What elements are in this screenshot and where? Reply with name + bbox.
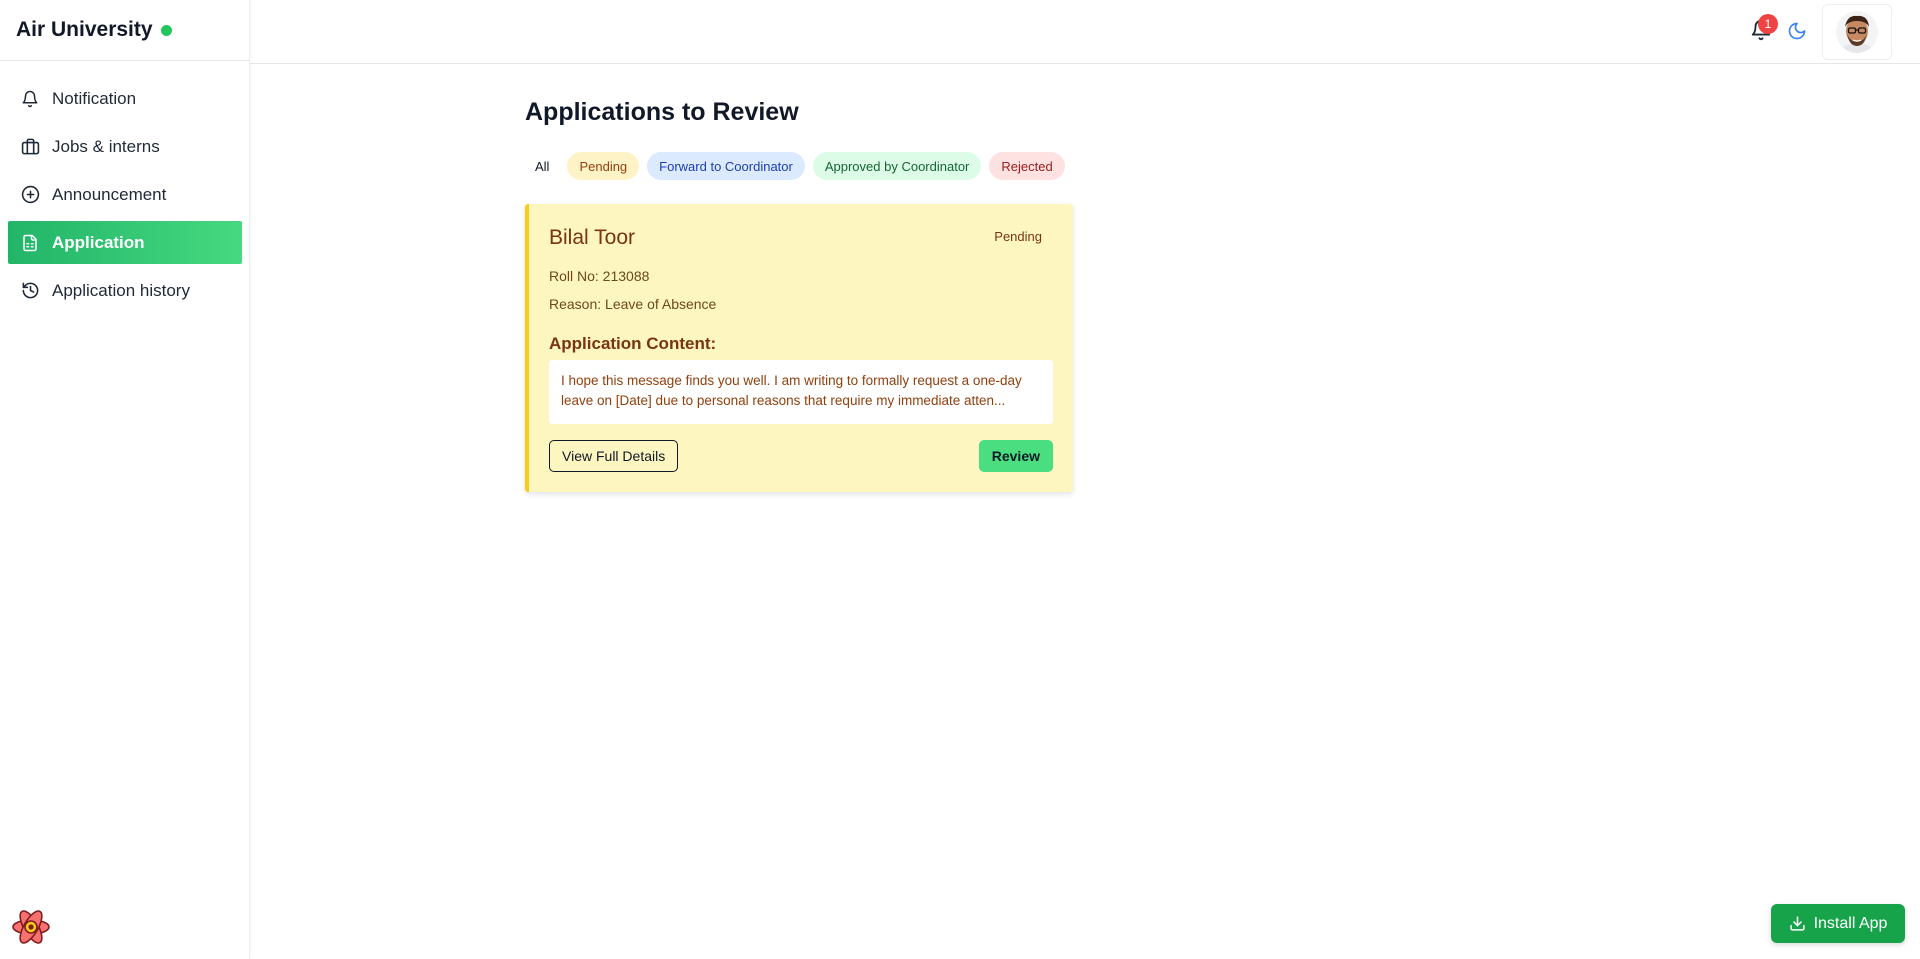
sidebar-item-label: Jobs & interns (52, 136, 160, 156)
sidebar-item-announcement[interactable]: Announcement (8, 173, 242, 216)
filter-forward-to-coordinator[interactable]: Forward to Coordinator (647, 152, 805, 180)
install-app-label: Install App (1813, 914, 1888, 932)
moon-icon[interactable] (1787, 21, 1809, 43)
application-card: Bilal Toor Pending Roll No: 213088 Reaso… (525, 204, 1073, 492)
roll-number: Roll No: 213088 (549, 268, 650, 284)
sidebar-item-label: Application history (52, 280, 190, 300)
page-title: Applications to Review (525, 98, 799, 126)
applicant-name: Bilal Toor (549, 226, 635, 249)
sidebar-item-application-history[interactable]: Application history (8, 269, 242, 312)
sidebar-item-notification[interactable]: Notification (8, 77, 242, 120)
download-icon (1789, 915, 1806, 932)
document-icon (20, 233, 40, 253)
application-content-heading: Application Content: (549, 334, 717, 353)
plus-circle-icon (20, 185, 40, 205)
bell-icon (20, 89, 40, 109)
notification-count-badge: 1 (1758, 14, 1778, 34)
review-button[interactable]: Review (978, 440, 1053, 472)
react-logo-icon[interactable] (10, 906, 52, 948)
user-menu[interactable] (1822, 4, 1892, 60)
install-app-button[interactable]: Install App (1771, 904, 1905, 943)
sidebar-item-label: Announcement (52, 184, 167, 204)
sidebar-item-jobs[interactable]: Jobs & interns (8, 125, 242, 168)
filter-pending[interactable]: Pending (567, 152, 640, 180)
status-filter-tabs: All Pending Forward to Coordinator Appro… (525, 152, 1065, 180)
history-icon (20, 281, 40, 301)
sidebar-item-application[interactable]: Application (8, 221, 242, 264)
avatar (1836, 11, 1878, 53)
filter-approved-by-coordinator[interactable]: Approved by Coordinator (812, 152, 982, 180)
filter-rejected[interactable]: Rejected (989, 152, 1065, 180)
application-content-preview: I hope this message finds you well. I am… (549, 360, 1053, 424)
status-badge: Pending (994, 229, 1042, 244)
sidebar: Air University Notification Jobs & inter… (0, 0, 250, 959)
online-status-dot (160, 24, 172, 36)
application-reason: Reason: Leave of Absence (549, 296, 717, 312)
app-title: Air University (16, 18, 153, 41)
topbar (250, 0, 1920, 64)
sidebar-item-label: Notification (52, 88, 137, 108)
briefcase-icon (20, 137, 40, 157)
filter-all[interactable]: All (525, 152, 559, 180)
brand: Air University (0, 0, 249, 61)
view-full-details-button[interactable]: View Full Details (549, 440, 679, 472)
sidebar-item-label: Application (52, 232, 145, 252)
